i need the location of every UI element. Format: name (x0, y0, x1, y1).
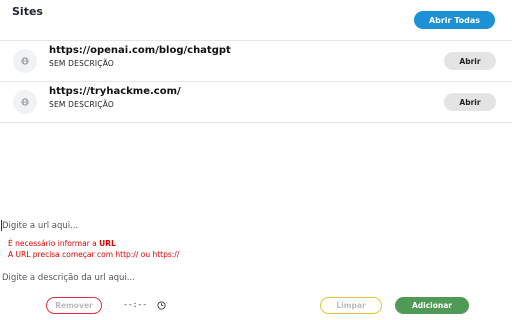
url-required-error-keyword: URL (99, 239, 116, 248)
clear-button[interactable]: Limpar (320, 297, 382, 314)
url-required-error-text: É necessário informar a (8, 239, 100, 248)
header: Sites Abrir Todas (0, 0, 512, 41)
open-all-button[interactable]: Abrir Todas (414, 11, 495, 29)
sites-popup: Sites Abrir Todas https://openai.com/blo… (0, 0, 512, 320)
globe-icon (13, 49, 37, 73)
site-description: SEM DESCRIÇÃO (49, 100, 115, 109)
remove-button[interactable]: Remover (46, 297, 102, 314)
url-input[interactable] (2, 219, 492, 233)
time-input[interactable]: --:-- (123, 300, 147, 309)
site-url: https://openai.com/blog/chatgpt (49, 45, 231, 56)
add-button[interactable]: Adicionar (395, 297, 469, 314)
url-required-error: É necessário informar a URL (8, 239, 116, 248)
description-input[interactable] (2, 271, 492, 285)
globe-icon (13, 90, 37, 114)
open-site-button[interactable]: Abrir (444, 52, 496, 70)
site-url: https://tryhackme.com/ (49, 86, 181, 97)
page-title: Sites (12, 5, 43, 18)
list-item: https://tryhackme.com/ SEM DESCRIÇÃO Abr… (0, 82, 512, 123)
open-site-button[interactable]: Abrir (444, 93, 496, 111)
url-protocol-error: A URL precisa começar com http:// ou htt… (8, 250, 180, 259)
clock-icon[interactable] (157, 301, 166, 310)
list-item: https://openai.com/blog/chatgpt SEM DESC… (0, 41, 512, 82)
site-description: SEM DESCRIÇÃO (49, 59, 115, 68)
